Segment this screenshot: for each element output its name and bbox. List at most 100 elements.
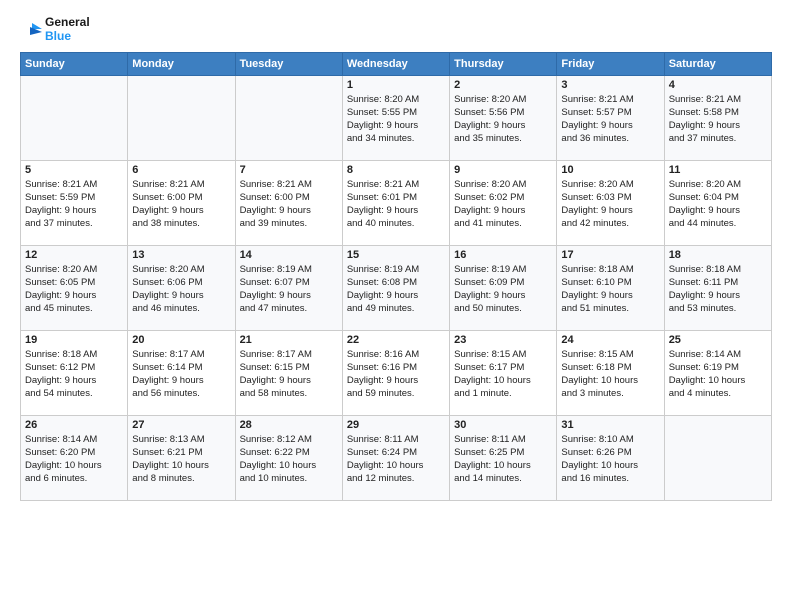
logo: General Blue	[20, 16, 90, 44]
cell-content: Sunrise: 8:11 AM Sunset: 6:24 PM Dayligh…	[347, 433, 445, 486]
calendar-cell: 14Sunrise: 8:19 AM Sunset: 6:07 PM Dayli…	[235, 245, 342, 330]
calendar-cell: 17 Sunrise: 8:18 AM Sunset: 6:10 PM Dayli…	[557, 245, 664, 330]
cell-content: Sunrise: 8:19 AM Sunset: 6:07 PM Dayligh…	[240, 263, 338, 316]
header: General Blue	[20, 16, 772, 44]
calendar-cell: 28Sunrise: 8:12 AM Sunset: 6:22 PM Dayli…	[235, 415, 342, 500]
calendar-cell	[664, 415, 771, 500]
week-row-1: 1Sunrise: 8:20 AM Sunset: 5:55 PM Daylig…	[21, 75, 772, 160]
logo-bird-icon	[20, 19, 42, 41]
day-header-sunday: Sunday	[21, 52, 128, 75]
logo-text: General Blue	[45, 16, 90, 44]
day-header-monday: Monday	[128, 52, 235, 75]
day-number: 25	[669, 334, 767, 346]
cell-content: Sunrise: 8:21 AM Sunset: 5:57 PM Dayligh…	[561, 93, 659, 146]
week-row-2: 5 Sunrise: 8:21 AM Sunset: 5:59 PM Daylig…	[21, 160, 772, 245]
cell-content: Sunrise: 8:19 AM Sunset: 6:09 PM Dayligh…	[454, 263, 552, 316]
calendar-cell: 25 Sunrise: 8:14 AM Sunset: 6:19 PM Dayli…	[664, 330, 771, 415]
day-number: 8	[347, 164, 445, 176]
cell-content: Sunrise: 8:15 AM Sunset: 6:17 PM Dayligh…	[454, 348, 552, 401]
day-number: 29	[347, 419, 445, 431]
week-row-5: 26 Sunrise: 8:14 AM Sunset: 6:20 PM Dayli…	[21, 415, 772, 500]
day-number: 2	[454, 79, 552, 91]
day-number: 15	[347, 249, 445, 261]
calendar-cell: 31 Sunrise: 8:10 AM Sunset: 6:26 PM Dayli…	[557, 415, 664, 500]
calendar-cell: 23 Sunrise: 8:15 AM Sunset: 6:17 PM Dayli…	[450, 330, 557, 415]
day-header-wednesday: Wednesday	[342, 52, 449, 75]
cell-content: Sunrise: 8:20 AM Sunset: 6:05 PM Dayligh…	[25, 263, 123, 316]
calendar-table: SundayMondayTuesdayWednesdayThursdayFrid…	[20, 52, 772, 501]
day-number: 4	[669, 79, 767, 91]
header-row: SundayMondayTuesdayWednesdayThursdayFrid…	[21, 52, 772, 75]
day-header-tuesday: Tuesday	[235, 52, 342, 75]
day-number: 20	[132, 334, 230, 346]
cell-content: Sunrise: 8:21 AM Sunset: 5:58 PM Dayligh…	[669, 93, 767, 146]
day-number: 26	[25, 419, 123, 431]
week-row-3: 12Sunrise: 8:20 AM Sunset: 6:05 PM Dayli…	[21, 245, 772, 330]
cell-content: Sunrise: 8:10 AM Sunset: 6:26 PM Dayligh…	[561, 433, 659, 486]
day-header-saturday: Saturday	[664, 52, 771, 75]
cell-content: Sunrise: 8:21 AM Sunset: 6:00 PM Dayligh…	[132, 178, 230, 231]
calendar-cell	[21, 75, 128, 160]
calendar-cell: 24 Sunrise: 8:15 AM Sunset: 6:18 PM Dayli…	[557, 330, 664, 415]
calendar-cell: 29 Sunrise: 8:11 AM Sunset: 6:24 PM Dayli…	[342, 415, 449, 500]
cell-content: Sunrise: 8:19 AM Sunset: 6:08 PM Dayligh…	[347, 263, 445, 316]
day-number: 13	[132, 249, 230, 261]
day-number: 5	[25, 164, 123, 176]
day-number: 23	[454, 334, 552, 346]
calendar-cell: 19Sunrise: 8:18 AM Sunset: 6:12 PM Dayli…	[21, 330, 128, 415]
cell-content: Sunrise: 8:20 AM Sunset: 5:56 PM Dayligh…	[454, 93, 552, 146]
logo-blue: Blue	[45, 30, 90, 44]
cell-content: Sunrise: 8:20 AM Sunset: 6:02 PM Dayligh…	[454, 178, 552, 231]
day-number: 17	[561, 249, 659, 261]
calendar-cell: 1Sunrise: 8:20 AM Sunset: 5:55 PM Daylig…	[342, 75, 449, 160]
cell-content: Sunrise: 8:11 AM Sunset: 6:25 PM Dayligh…	[454, 433, 552, 486]
cell-content: Sunrise: 8:13 AM Sunset: 6:21 PM Dayligh…	[132, 433, 230, 486]
calendar-cell: 21Sunrise: 8:17 AM Sunset: 6:15 PM Dayli…	[235, 330, 342, 415]
cell-content: Sunrise: 8:21 AM Sunset: 5:59 PM Dayligh…	[25, 178, 123, 231]
day-number: 27	[132, 419, 230, 431]
calendar-cell: 7Sunrise: 8:21 AM Sunset: 6:00 PM Daylig…	[235, 160, 342, 245]
cell-content: Sunrise: 8:20 AM Sunset: 6:06 PM Dayligh…	[132, 263, 230, 316]
calendar-cell: 10Sunrise: 8:20 AM Sunset: 6:03 PM Dayli…	[557, 160, 664, 245]
calendar-cell: 30 Sunrise: 8:11 AM Sunset: 6:25 PM Dayli…	[450, 415, 557, 500]
calendar-cell: 26 Sunrise: 8:14 AM Sunset: 6:20 PM Dayli…	[21, 415, 128, 500]
calendar-cell: 5 Sunrise: 8:21 AM Sunset: 5:59 PM Daylig…	[21, 160, 128, 245]
cell-content: Sunrise: 8:14 AM Sunset: 6:19 PM Dayligh…	[669, 348, 767, 401]
day-number: 24	[561, 334, 659, 346]
calendar-cell: 15 Sunrise: 8:19 AM Sunset: 6:08 PM Dayli…	[342, 245, 449, 330]
cell-content: Sunrise: 8:16 AM Sunset: 6:16 PM Dayligh…	[347, 348, 445, 401]
calendar-cell: 4 Sunrise: 8:21 AM Sunset: 5:58 PM Daylig…	[664, 75, 771, 160]
day-number: 16	[454, 249, 552, 261]
day-header-thursday: Thursday	[450, 52, 557, 75]
cell-content: Sunrise: 8:21 AM Sunset: 6:00 PM Dayligh…	[240, 178, 338, 231]
calendar-cell: 6 Sunrise: 8:21 AM Sunset: 6:00 PM Daylig…	[128, 160, 235, 245]
day-number: 18	[669, 249, 767, 261]
calendar-cell	[235, 75, 342, 160]
cell-content: Sunrise: 8:14 AM Sunset: 6:20 PM Dayligh…	[25, 433, 123, 486]
calendar-cell: 12Sunrise: 8:20 AM Sunset: 6:05 PM Dayli…	[21, 245, 128, 330]
day-number: 6	[132, 164, 230, 176]
calendar-page: General Blue SundayMondayTuesdayWednesda…	[0, 0, 792, 612]
day-number: 11	[669, 164, 767, 176]
cell-content: Sunrise: 8:15 AM Sunset: 6:18 PM Dayligh…	[561, 348, 659, 401]
cell-content: Sunrise: 8:20 AM Sunset: 6:04 PM Dayligh…	[669, 178, 767, 231]
calendar-cell: 2 Sunrise: 8:20 AM Sunset: 5:56 PM Daylig…	[450, 75, 557, 160]
cell-content: Sunrise: 8:18 AM Sunset: 6:10 PM Dayligh…	[561, 263, 659, 316]
calendar-cell: 8 Sunrise: 8:21 AM Sunset: 6:01 PM Daylig…	[342, 160, 449, 245]
day-number: 30	[454, 419, 552, 431]
calendar-cell: 20Sunrise: 8:17 AM Sunset: 6:14 PM Dayli…	[128, 330, 235, 415]
calendar-cell	[128, 75, 235, 160]
cell-content: Sunrise: 8:21 AM Sunset: 6:01 PM Dayligh…	[347, 178, 445, 231]
calendar-cell: 9Sunrise: 8:20 AM Sunset: 6:02 PM Daylig…	[450, 160, 557, 245]
cell-content: Sunrise: 8:18 AM Sunset: 6:12 PM Dayligh…	[25, 348, 123, 401]
cell-content: Sunrise: 8:17 AM Sunset: 6:15 PM Dayligh…	[240, 348, 338, 401]
calendar-cell: 3Sunrise: 8:21 AM Sunset: 5:57 PM Daylig…	[557, 75, 664, 160]
cell-content: Sunrise: 8:20 AM Sunset: 5:55 PM Dayligh…	[347, 93, 445, 146]
day-header-friday: Friday	[557, 52, 664, 75]
calendar-cell: 13 Sunrise: 8:20 AM Sunset: 6:06 PM Dayli…	[128, 245, 235, 330]
cell-content: Sunrise: 8:18 AM Sunset: 6:11 PM Dayligh…	[669, 263, 767, 316]
calendar-cell: 18 Sunrise: 8:18 AM Sunset: 6:11 PM Dayli…	[664, 245, 771, 330]
day-number: 31	[561, 419, 659, 431]
logo-container: General Blue	[20, 16, 90, 44]
day-number: 22	[347, 334, 445, 346]
